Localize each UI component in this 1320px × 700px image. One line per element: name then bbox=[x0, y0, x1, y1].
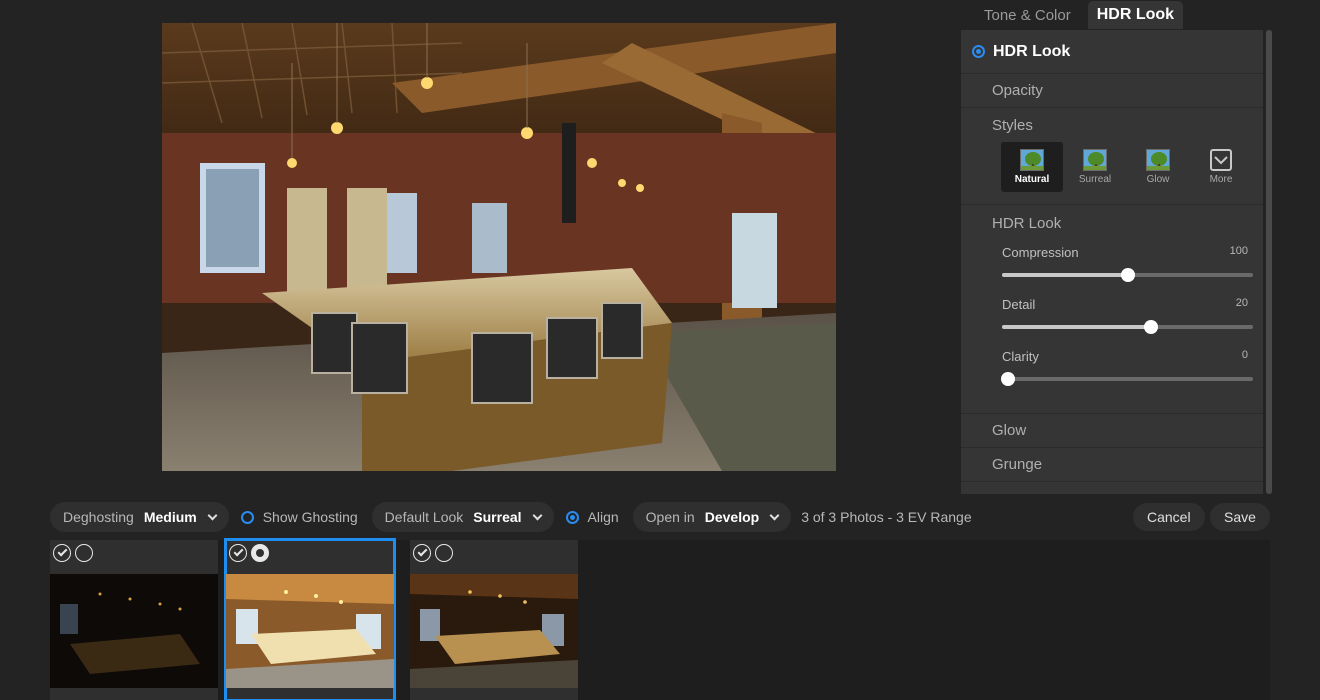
slider-track[interactable] bbox=[1002, 320, 1253, 334]
styles-row: Natural Surreal Glow More bbox=[961, 142, 1263, 194]
style-label: More bbox=[1209, 174, 1233, 185]
slider-fill bbox=[1002, 325, 1152, 329]
bottom-toolbar: Deghosting Medium Show Ghosting Default … bbox=[50, 502, 1270, 532]
default-look-value: Surreal bbox=[473, 509, 522, 525]
circle-icon[interactable] bbox=[435, 544, 453, 562]
show-ghosting-label: Show Ghosting bbox=[262, 509, 358, 525]
open-in-dropdown[interactable]: Open in Develop bbox=[632, 502, 792, 532]
compression-slider[interactable]: Compression 100 bbox=[961, 241, 1263, 293]
tree-icon bbox=[1146, 149, 1170, 171]
tab-hdr-look[interactable]: HDR Look bbox=[1087, 1, 1184, 29]
slider-label: Detail bbox=[1002, 297, 1036, 312]
section-styles[interactable]: Styles bbox=[961, 108, 1263, 142]
detail-slider[interactable]: Detail 20 bbox=[961, 293, 1263, 345]
tree-icon bbox=[1020, 149, 1044, 171]
filmstrip-frame-1[interactable] bbox=[50, 540, 218, 700]
styles-section: Styles Natural Surreal Glow More bbox=[961, 108, 1263, 205]
align-label: Align bbox=[587, 509, 619, 525]
panel-header: HDR Look bbox=[961, 30, 1263, 74]
photo-thumbnail bbox=[226, 574, 394, 688]
filmstrip-frame-2[interactable] bbox=[224, 538, 396, 700]
deghosting-label: Deghosting bbox=[63, 509, 134, 525]
default-look-label: Default Look bbox=[384, 509, 464, 525]
circle-icon[interactable] bbox=[75, 544, 93, 562]
style-glow[interactable]: Glow bbox=[1127, 142, 1189, 192]
slider-label: Compression bbox=[1002, 245, 1079, 260]
slider-knob[interactable] bbox=[1001, 372, 1016, 386]
filmstrip bbox=[50, 538, 1270, 700]
chevron-down-icon bbox=[769, 510, 780, 520]
section-hdr-look[interactable]: HDR Look bbox=[961, 205, 1263, 241]
panel-title: HDR Look bbox=[993, 42, 1071, 60]
filmstrip-frame-3[interactable] bbox=[410, 540, 578, 700]
style-label: Glow bbox=[1146, 174, 1170, 185]
slider-track[interactable] bbox=[1001, 372, 1253, 386]
slider-value: 0 bbox=[1241, 349, 1248, 361]
default-look-dropdown[interactable]: Default Look Surreal bbox=[371, 502, 554, 532]
panel-scrollbar[interactable] bbox=[1266, 30, 1272, 494]
slider-track[interactable] bbox=[1002, 268, 1253, 282]
chevron-down-box-icon bbox=[1210, 149, 1232, 171]
photo-thumbnail bbox=[50, 574, 218, 688]
hdr-look-section: HDR Look Compression 100 Detail 20 Clarity… bbox=[961, 205, 1263, 414]
slider-knob[interactable] bbox=[1120, 268, 1135, 282]
scrollbar-thumb[interactable] bbox=[1266, 30, 1272, 494]
slider-knob[interactable] bbox=[1144, 320, 1159, 334]
aperture-icon[interactable] bbox=[251, 544, 269, 562]
bar-interior-photo bbox=[162, 23, 836, 471]
style-natural[interactable]: Natural bbox=[1001, 142, 1063, 192]
slider-value: 20 bbox=[1235, 297, 1248, 309]
section-glow[interactable]: Glow bbox=[961, 414, 1263, 448]
cancel-button[interactable]: Cancel bbox=[1133, 503, 1205, 531]
style-surreal[interactable]: Surreal bbox=[1064, 142, 1126, 192]
deghosting-dropdown[interactable]: Deghosting Medium bbox=[50, 502, 229, 532]
tree-icon bbox=[1083, 149, 1107, 171]
section-grunge[interactable]: Grunge bbox=[961, 448, 1263, 482]
save-button[interactable]: Save bbox=[1210, 503, 1270, 531]
slider-value: 100 bbox=[1229, 245, 1248, 257]
show-ghosting-radio[interactable] bbox=[240, 510, 254, 524]
check-icon[interactable] bbox=[53, 544, 71, 562]
photo-count: 3 of 3 Photos - 3 EV Range bbox=[801, 509, 972, 525]
style-more[interactable]: More bbox=[1190, 142, 1252, 192]
style-label: Surreal bbox=[1078, 174, 1112, 185]
slider-fill bbox=[1002, 273, 1128, 277]
chevron-down-icon bbox=[532, 510, 542, 520]
align-option[interactable]: Align bbox=[565, 509, 619, 525]
check-icon[interactable] bbox=[413, 544, 431, 562]
chevron-down-icon bbox=[207, 510, 218, 520]
panel-tabs: Tone & Color HDR Look bbox=[975, 0, 1184, 30]
check-icon[interactable] bbox=[229, 544, 247, 562]
open-in-value: Develop bbox=[704, 509, 760, 525]
main-photo-preview bbox=[162, 23, 836, 471]
tab-tone-color[interactable]: Tone & Color bbox=[975, 2, 1080, 29]
section-opacity[interactable]: Opacity bbox=[961, 74, 1263, 108]
style-label: Natural bbox=[1014, 174, 1050, 185]
photo-thumbnail bbox=[410, 574, 578, 688]
clarity-slider[interactable]: Clarity 0 bbox=[961, 345, 1263, 397]
panel-enable-radio[interactable] bbox=[972, 45, 985, 58]
show-ghosting-option[interactable]: Show Ghosting bbox=[240, 509, 358, 525]
open-in-label: Open in bbox=[645, 509, 695, 525]
hdr-look-panel: HDR Look Opacity Styles Natural Surreal … bbox=[961, 30, 1263, 494]
deghosting-value: Medium bbox=[143, 509, 197, 525]
align-radio[interactable] bbox=[565, 510, 579, 524]
slider-label: Clarity bbox=[1002, 349, 1039, 364]
